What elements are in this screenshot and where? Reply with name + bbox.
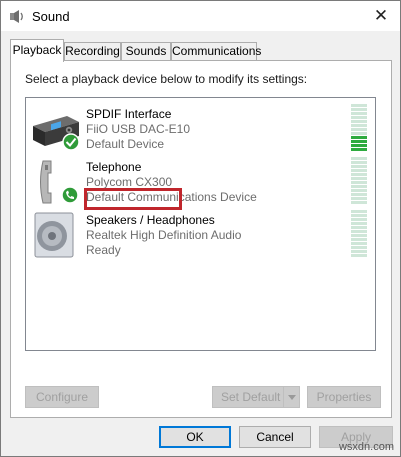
watermark-text: wsxdn.com xyxy=(338,441,394,453)
level-meter-segment xyxy=(351,210,367,213)
level-meter-segment xyxy=(351,238,367,241)
level-meter-segment xyxy=(351,234,367,237)
level-meter xyxy=(351,104,367,151)
cancel-button[interactable]: Cancel xyxy=(239,426,311,448)
level-meter xyxy=(351,157,367,204)
speaker-icon xyxy=(10,10,23,23)
playback-device-list[interactable]: SPDIF Interface FiiO USB DAC-E10 Default… xyxy=(25,97,376,351)
title-bar: Sound ✕ xyxy=(1,1,400,31)
device-driver: FiiO USB DAC-E10 xyxy=(86,122,191,136)
level-meter-segment xyxy=(351,214,367,217)
tab-sounds[interactable]: Sounds xyxy=(121,42,171,61)
telephone-icon xyxy=(40,160,79,204)
level-meter-segment xyxy=(351,177,367,180)
default-device-check-icon xyxy=(62,133,80,151)
level-meter-segment xyxy=(351,161,367,164)
communications-phone-badge-icon xyxy=(61,186,79,204)
device-name: Telephone xyxy=(86,160,142,174)
level-meter-segment xyxy=(351,108,367,111)
level-meter-segment xyxy=(351,148,367,151)
speaker-icon xyxy=(34,212,74,258)
device-status: Ready xyxy=(86,243,121,257)
tab-playback[interactable]: Playback xyxy=(10,39,64,62)
chevron-down-icon[interactable] xyxy=(283,387,299,407)
audio-interface-icon xyxy=(33,116,80,151)
level-meter-segment xyxy=(351,185,367,188)
level-meter-segment xyxy=(351,222,367,225)
ok-button[interactable]: OK xyxy=(159,426,231,448)
tab-recording[interactable]: Recording xyxy=(64,42,121,61)
device-row-telephone[interactable]: Telephone Polycom CX300 Default Communic… xyxy=(26,155,375,207)
level-meter-segment xyxy=(351,173,367,176)
window-title: Sound xyxy=(32,9,70,24)
level-meter-segment xyxy=(351,246,367,249)
level-meter-segment xyxy=(351,181,367,184)
level-meter-segment xyxy=(351,201,367,204)
level-meter xyxy=(351,210,367,257)
level-meter-segment xyxy=(351,230,367,233)
level-meter-segment xyxy=(351,112,367,115)
level-meter-segment xyxy=(351,124,367,127)
level-meter-segment xyxy=(351,132,367,135)
device-driver: Realtek High Definition Audio xyxy=(86,228,242,242)
level-meter-segment xyxy=(351,144,367,147)
sound-dialog: Sound ✕ Playback Recording Sounds Commun… xyxy=(0,0,401,457)
level-meter-segment xyxy=(351,189,367,192)
level-meter-segment xyxy=(351,136,367,139)
device-row-spdif[interactable]: SPDIF Interface FiiO USB DAC-E10 Default… xyxy=(26,102,375,154)
level-meter-segment xyxy=(351,254,367,257)
level-meter-segment xyxy=(351,104,367,107)
level-meter-segment xyxy=(351,226,367,229)
close-icon: ✕ xyxy=(373,6,389,25)
tab-communications[interactable]: Communications xyxy=(171,42,261,61)
device-name: Speakers / Headphones xyxy=(86,213,215,227)
close-button[interactable]: ✕ xyxy=(368,3,394,29)
instruction-text: Select a playback device below to modify… xyxy=(25,72,308,86)
level-meter-segment xyxy=(351,165,367,168)
device-row-speakers[interactable]: Speakers / Headphones Realtek High Defin… xyxy=(26,208,375,260)
level-meter-segment xyxy=(351,250,367,253)
device-driver: Polycom CX300 xyxy=(86,175,173,189)
set-default-button[interactable]: Set Default xyxy=(212,386,300,408)
level-meter-segment xyxy=(351,197,367,200)
configure-button[interactable]: Configure xyxy=(25,386,99,408)
device-status: Default Device xyxy=(86,137,165,151)
default-device-highlight xyxy=(84,188,182,210)
level-meter-segment xyxy=(351,116,367,119)
level-meter-segment xyxy=(351,157,367,160)
device-name: SPDIF Interface xyxy=(86,107,172,121)
level-meter-segment xyxy=(351,140,367,143)
level-meter-segment xyxy=(351,169,367,172)
level-meter-segment xyxy=(351,193,367,196)
set-default-label: Set Default xyxy=(221,390,281,404)
level-meter-segment xyxy=(351,218,367,221)
level-meter-segment xyxy=(351,128,367,131)
properties-button[interactable]: Properties xyxy=(307,386,381,408)
playback-panel: Select a playback device below to modify… xyxy=(10,60,392,418)
level-meter-segment xyxy=(351,120,367,123)
level-meter-segment xyxy=(351,242,367,245)
